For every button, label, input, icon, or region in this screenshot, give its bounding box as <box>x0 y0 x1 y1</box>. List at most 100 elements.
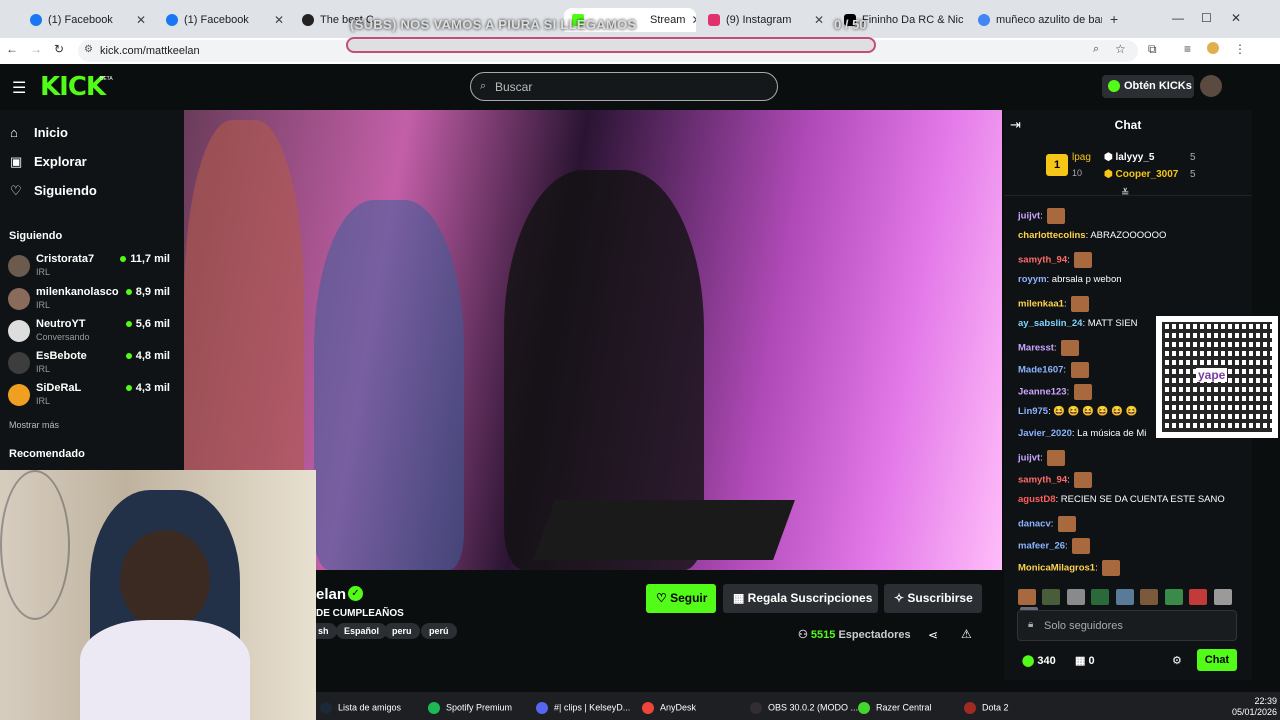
chat-username[interactable]: Jeanne123 <box>1018 387 1067 398</box>
emote-icon[interactable] <box>1189 588 1208 605</box>
hamburger-menu-icon[interactable]: ☰ <box>12 78 26 98</box>
leader-second: ⬢ lalyyy_5 <box>1104 152 1154 163</box>
chat-message: Maresst: <box>1018 340 1080 356</box>
site-info-icon[interactable]: ⚙ <box>84 44 93 55</box>
close-icon[interactable]: ✕ <box>274 13 284 27</box>
emote-bar <box>1018 588 1242 623</box>
gift-balance[interactable]: ▦ 0 <box>1075 654 1095 667</box>
zoom-icon[interactable]: ⌕ <box>1093 43 1099 56</box>
emote-icon[interactable] <box>1164 588 1183 605</box>
following-channel-sideral[interactable]: SiDeRaL IRL 4,3 mil <box>8 382 180 412</box>
kicks-balance[interactable]: ⬤ 340 <box>1022 654 1056 667</box>
close-icon[interactable]: ✕ <box>136 13 146 27</box>
subs-goal-bar <box>346 37 876 53</box>
reload-icon[interactable]: ↻ <box>54 42 64 56</box>
chat-username[interactable]: Made1607 <box>1018 365 1063 376</box>
emote-icon[interactable] <box>1213 588 1232 605</box>
emote-icon[interactable] <box>1091 588 1110 605</box>
chat-separator: : <box>1063 298 1070 310</box>
chat-username[interactable]: charlottecolins <box>1018 230 1086 241</box>
follow-label: Seguir <box>670 591 708 605</box>
user-avatar[interactable] <box>1200 75 1222 97</box>
taskbar-app-label: Spotify Premium <box>446 702 513 713</box>
avatar <box>8 255 30 277</box>
report-warning-icon[interactable]: ⚠ <box>961 627 972 641</box>
sidebar-item-inicio[interactable]: Inicio <box>34 125 68 140</box>
tag-peru[interactable]: peru <box>384 623 420 639</box>
browser-tab-instagram[interactable]: (9) Instagram ✕ <box>700 8 832 32</box>
tag-espanol[interactable]: Español <box>336 623 388 639</box>
live-dot-icon <box>125 385 132 391</box>
taskbar-app[interactable]: #| clips | KelseyD... <box>536 702 630 714</box>
chat-username[interactable]: milenkaa1 <box>1018 299 1064 310</box>
chat-username[interactable]: Maresst <box>1018 343 1054 354</box>
viewer-count-value: 4,3 mil <box>135 382 170 394</box>
taskbar-app[interactable]: OBS 30.0.2 (MODO ... <box>750 702 858 714</box>
menu-dots-icon[interactable]: ⋮ <box>1234 42 1246 56</box>
chat-username[interactable]: royym <box>1018 274 1047 285</box>
chat-username[interactable]: danacv <box>1018 519 1051 530</box>
sidebar-item-explorar[interactable]: Explorar <box>34 154 87 169</box>
chat-settings-gear-icon[interactable]: ⚙ <box>1172 654 1182 667</box>
chat-text: La música de Mi <box>1077 428 1147 439</box>
following-channel-esbebote[interactable]: EsBebote IRL 4,8 mil <box>8 350 180 380</box>
channel-name[interactable]: elan <box>316 586 346 603</box>
chat-username[interactable]: samyth_94 <box>1018 475 1067 486</box>
minimize-icon[interactable]: — <box>1172 11 1184 25</box>
chat-input[interactable]: Solo seguidores <box>1017 610 1237 641</box>
app-icon <box>858 702 870 714</box>
following-channel-neutroyt[interactable]: NeutroYT Conversando 5,6 mil <box>8 318 180 348</box>
taskbar-app[interactable]: AnyDesk <box>642 702 696 714</box>
taskbar-app[interactable]: Dota 2 <box>964 702 1009 714</box>
emote-icon[interactable] <box>1042 588 1061 605</box>
close-icon[interactable]: ✕ <box>691 13 696 27</box>
chat-username[interactable]: mafeer_26 <box>1018 541 1065 552</box>
emote-icon[interactable] <box>1140 588 1159 605</box>
sidebar-item-siguiendo[interactable]: Siguiendo <box>34 183 97 198</box>
maximize-icon[interactable]: ☐ <box>1201 11 1212 25</box>
emote-icon[interactable] <box>1066 588 1085 605</box>
chat-username[interactable]: agustD8 <box>1018 494 1055 505</box>
forward-icon[interactable]: → <box>30 42 42 56</box>
tag-peru-accent[interactable]: perú <box>421 623 457 639</box>
subscribe-button[interactable]: ✧ Suscribirse <box>884 584 982 613</box>
share-icon[interactable]: ⋖ <box>928 628 938 642</box>
chat-username[interactable]: Lin975 <box>1018 406 1048 417</box>
show-more-link[interactable]: Mostrar más <box>9 420 59 430</box>
chat-username[interactable]: ay_sabslin_24 <box>1018 318 1082 329</box>
emote-icon <box>1074 252 1093 268</box>
kick-logo[interactable]: KICK <box>40 72 106 102</box>
gift-subs-button[interactable]: ▦ Regala Suscripciones <box>723 584 878 613</box>
chat-username[interactable]: MonicaMilagros1 <box>1018 563 1095 574</box>
search-input[interactable]: Buscar <box>470 72 778 101</box>
bookmark-star-icon[interactable]: ☆ <box>1115 42 1126 56</box>
profile-avatar[interactable] <box>1207 42 1219 54</box>
chat-text: RECIEN SE DA CUENTA ESTE SANO <box>1060 494 1225 505</box>
avatar <box>8 352 30 374</box>
following-channel-milenkanolasco[interactable]: milenkanolasco IRL 8,9 mil <box>8 286 180 316</box>
playlist-icon[interactable]: ≡ <box>1184 42 1191 56</box>
chat-username[interactable]: samyth_94 <box>1018 255 1067 266</box>
browser-tab-facebook-2[interactable]: (1) Facebook ✕ <box>158 8 292 32</box>
extensions-icon[interactable]: ⧉ <box>1148 42 1157 57</box>
expand-leaderboard-icon[interactable]: ≚ <box>1121 188 1129 199</box>
close-icon[interactable]: ✕ <box>814 13 824 27</box>
back-icon[interactable]: ← <box>6 42 18 56</box>
chat-username[interactable]: juijvt <box>1018 453 1040 464</box>
browser-tab-facebook-1[interactable]: (1) Facebook ✕ <box>22 8 154 32</box>
taskbar-app[interactable]: Spotify Premium <box>428 702 512 714</box>
taskbar-app[interactable]: Razer Central <box>858 702 932 714</box>
emote-icon[interactable] <box>1115 588 1134 605</box>
chat-username[interactable]: Javier_2020 <box>1018 428 1072 439</box>
chat-separator: : <box>1053 342 1060 354</box>
chat-send-button[interactable]: Chat <box>1197 649 1237 671</box>
following-channel-cristorata7[interactable]: Cristorata7 IRL 11,7 mil <box>8 253 180 283</box>
chat-username[interactable]: juijvt <box>1018 211 1040 222</box>
window-close-icon[interactable]: ✕ <box>1231 11 1241 25</box>
follow-button[interactable]: ♡ Seguir <box>646 584 716 613</box>
app-icon <box>428 702 440 714</box>
taskbar-app[interactable]: Lista de amigos <box>320 702 401 714</box>
browser-tab-google[interactable]: muñeco azulito de barb ✕ <box>970 8 1102 32</box>
new-tab-icon[interactable]: + <box>1110 11 1118 27</box>
emote-icon[interactable] <box>1018 588 1036 605</box>
